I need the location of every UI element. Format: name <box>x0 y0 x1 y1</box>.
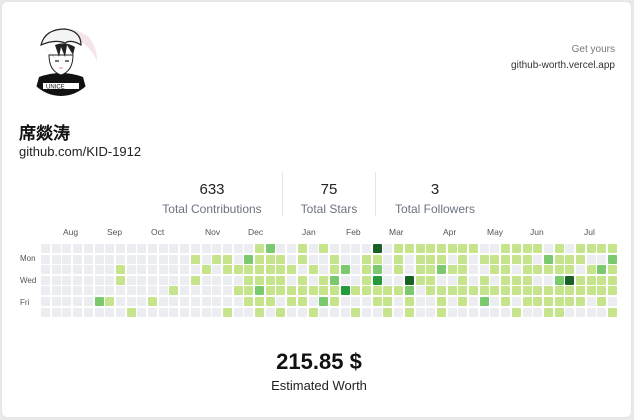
worth-section: 215.85 $ Estimated Worth <box>2 2 634 394</box>
worth-label: Estimated Worth <box>271 378 367 393</box>
worth-amount: 215.85 $ <box>276 349 362 374</box>
worth-card: UNICE Get yours github-worth.vercel.app … <box>1 1 632 418</box>
